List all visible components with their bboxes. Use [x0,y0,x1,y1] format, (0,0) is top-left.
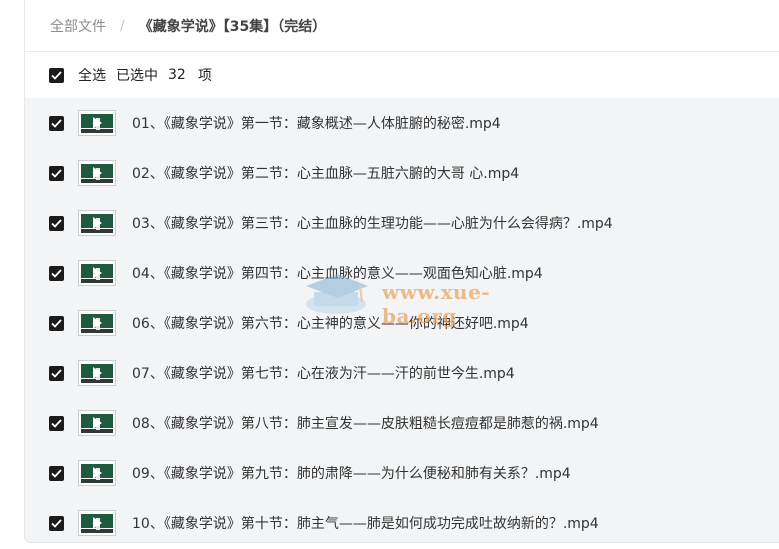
file-browser-panel: 全部文件 / 《藏象学说》【35集】（完结） 全选 已选中 32 项 01、《藏… [24,0,779,543]
file-list: 01、《藏象学说》第一节：藏象概述—人体脏腑的秘密.mp4 02、《藏象学说》第… [25,98,779,542]
file-checkbox[interactable] [49,315,64,331]
file-name[interactable]: 06、《藏象学说》第六节：心主神的意义——你的神还好吧.mp4 [132,313,529,333]
video-thumbnail[interactable] [78,260,116,286]
file-row[interactable]: 06、《藏象学说》第六节：心主神的意义——你的神还好吧.mp4 [25,298,779,348]
check-icon [51,118,62,128]
file-name[interactable]: 08、《藏象学说》第八节：肺主宣发——皮肤粗糙长痘痘都是肺惹的祸.mp4 [132,413,599,433]
selected-label: 已选中 [116,68,158,84]
select-all-label[interactable]: 全选 [78,65,106,85]
check-icon [51,70,62,80]
file-checkbox[interactable] [49,365,64,381]
file-checkbox[interactable] [49,165,64,181]
selected-count: 32 [168,67,186,83]
check-icon [51,418,62,428]
file-name[interactable]: 07、《藏象学说》第七节：心在液为汗——汗的前世今生.mp4 [132,363,515,383]
file-checkbox[interactable] [49,265,64,281]
breadcrumb-current-folder: 《藏象学说》【35集】（完结） [138,18,327,35]
file-row[interactable]: 07、《藏象学说》第七节：心在液为汗——汗的前世今生.mp4 [25,348,779,398]
file-name[interactable]: 04、《藏象学说》第四节：心主血脉的意义——观面色知心脏.mp4 [132,263,543,283]
check-icon [51,368,62,378]
file-row[interactable]: 04、《藏象学说》第四节：心主血脉的意义——观面色知心脏.mp4 [25,248,779,298]
check-icon [51,518,62,528]
play-icon [93,167,102,179]
file-name[interactable]: 01、《藏象学说》第一节：藏象概述—人体脏腑的秘密.mp4 [132,113,501,133]
play-icon [93,467,102,479]
video-thumbnail[interactable] [78,210,116,236]
file-checkbox[interactable] [49,465,64,481]
play-icon [93,117,102,129]
file-name[interactable]: 09、《藏象学说》第九节：肺的肃降——为什么便秘和肺有关系？.mp4 [132,463,571,483]
file-checkbox[interactable] [49,215,64,231]
file-name[interactable]: 02、《藏象学说》第二节：心主血脉—五脏六腑的大哥 心.mp4 [132,163,519,183]
file-row[interactable]: 08、《藏象学说》第八节：肺主宣发——皮肤粗糙长痘痘都是肺惹的祸.mp4 [25,398,779,448]
check-icon [51,468,62,478]
check-icon [51,268,62,278]
file-name[interactable]: 10、《藏象学说》第十节：肺主气——肺是如何成功完成吐故纳新的？.mp4 [132,513,599,533]
video-thumbnail[interactable] [78,410,116,436]
video-thumbnail[interactable] [78,310,116,336]
file-row[interactable]: 03、《藏象学说》第三节：心主血脉的生理功能——心脏为什么会得病？.mp4 [25,198,779,248]
file-name[interactable]: 03、《藏象学说》第三节：心主血脉的生理功能——心脏为什么会得病？.mp4 [132,213,613,233]
video-thumbnail[interactable] [78,460,116,486]
file-row[interactable]: 02、《藏象学说》第二节：心主血脉—五脏六腑的大哥 心.mp4 [25,148,779,198]
file-checkbox[interactable] [49,415,64,431]
file-checkbox[interactable] [49,115,64,131]
video-thumbnail[interactable] [78,510,116,536]
play-icon [93,517,102,529]
check-icon [51,318,62,328]
select-all-checkbox[interactable] [49,67,64,83]
play-icon [93,267,102,279]
selected-unit: 项 [197,68,212,84]
breadcrumb: 全部文件 / 《藏象学说》【35集】（完结） [25,0,779,52]
file-row[interactable]: 01、《藏象学说》第一节：藏象概述—人体脏腑的秘密.mp4 [25,98,779,148]
file-checkbox[interactable] [49,515,64,531]
video-thumbnail[interactable] [78,160,116,186]
check-icon [51,218,62,228]
video-thumbnail[interactable] [78,360,116,386]
breadcrumb-separator: / [120,17,125,34]
play-icon [93,367,102,379]
file-row[interactable]: 10、《藏象学说》第十节：肺主气——肺是如何成功完成吐故纳新的？.mp4 [25,498,779,542]
play-icon [93,417,102,429]
selection-bar: 全选 已选中 32 项 [25,52,779,99]
check-icon [51,168,62,178]
video-thumbnail[interactable] [78,110,116,136]
play-icon [93,317,102,329]
play-icon [93,217,102,229]
file-row[interactable]: 09、《藏象学说》第九节：肺的肃降——为什么便秘和肺有关系？.mp4 [25,448,779,498]
breadcrumb-root-link[interactable]: 全部文件 [50,16,106,36]
